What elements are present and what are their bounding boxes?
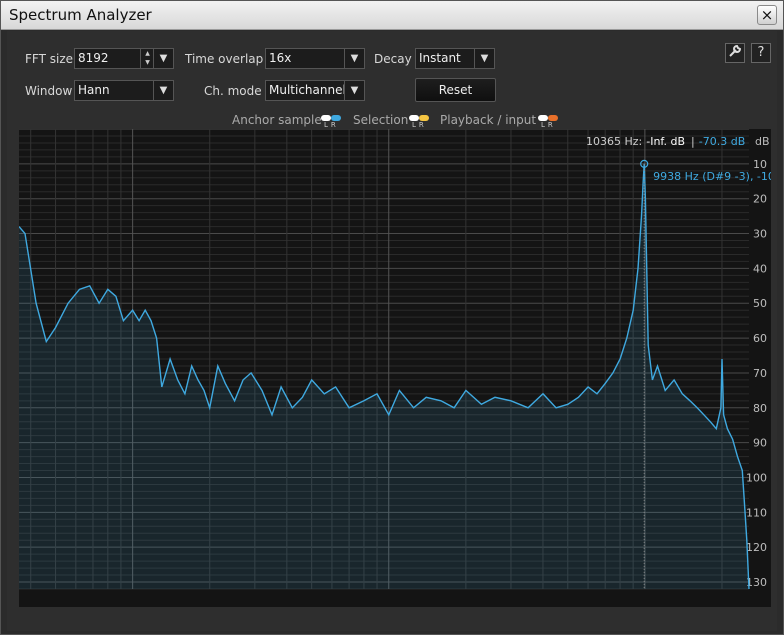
close-button[interactable]: × — [757, 5, 777, 25]
wrench-icon[interactable] — [725, 43, 745, 63]
y-tick-label: 50 — [753, 297, 767, 310]
window-select[interactable]: Hann ▼ — [74, 80, 174, 101]
x-tick-label: 1k — [382, 606, 396, 607]
x-tick-label: 500 — [301, 606, 322, 607]
time-overlap-value: 16x — [269, 51, 292, 65]
cursor-value-right: -70.3 dB — [699, 135, 746, 148]
x-tick-label: 300 — [244, 606, 265, 607]
fft-size-value: 8192 — [78, 51, 109, 65]
y-tick-label: 80 — [753, 402, 767, 415]
x-tick-label: 200 — [199, 606, 220, 607]
x-tick-label: 20k — [712, 606, 733, 607]
fft-size-spinner[interactable]: ▲ ▼ — [140, 49, 154, 68]
ch-mode-select[interactable]: Multichannel ▼ — [265, 80, 365, 101]
chevron-down-icon[interactable]: ▼ — [474, 49, 494, 68]
chevron-down-icon[interactable]: ▼ — [344, 49, 364, 68]
window-title: Spectrum Analyzer — [9, 6, 152, 24]
y-tick-label: 30 — [753, 228, 767, 241]
cursor-frequency: 10365 Hz: — [586, 135, 642, 148]
y-tick-label: 20 — [753, 193, 767, 206]
y-tick-label: 100 — [746, 471, 767, 484]
x-unit-label: Hz — [731, 606, 745, 607]
spectrum-plot[interactable]: 102030405060708090100110120130 501002003… — [19, 129, 771, 607]
cursor-value-left: -Inf. dB — [646, 135, 685, 148]
ch-mode-label: Ch. mode — [204, 84, 262, 98]
fft-size-label: FFT size — [25, 52, 74, 66]
chevron-down-icon[interactable]: ▼ — [153, 81, 173, 100]
y-tick-label: 110 — [746, 506, 767, 519]
decay-label: Decay — [374, 52, 412, 66]
spectrum-analyzer-window: Spectrum Analyzer × FFT size 8192 ▲ ▼ ▼ T… — [0, 0, 784, 635]
decay-select[interactable]: Instant ▼ — [415, 48, 495, 69]
x-tick-label: 2k — [459, 606, 473, 607]
playback-lr-label: LR — [541, 121, 556, 129]
chevron-down-icon[interactable]: ▼ — [153, 49, 173, 68]
selection-lr-label: LR — [412, 121, 427, 129]
anchor-lr-label: LR — [324, 121, 339, 129]
x-tick-label: 5k — [561, 606, 575, 607]
ch-mode-value: Multichannel — [269, 83, 346, 97]
help-button[interactable]: ? — [751, 43, 771, 63]
y-tick-label: 90 — [753, 437, 767, 450]
chevron-down-icon[interactable]: ▼ — [344, 81, 364, 100]
anchor-sample-label: Anchor sample — [232, 113, 322, 127]
y-unit-label: dB — [755, 135, 770, 148]
y-tick-label: 120 — [746, 541, 767, 554]
selection-label: Selection — [353, 113, 409, 127]
reset-button[interactable]: Reset — [415, 78, 496, 102]
window-label: Window — [25, 84, 73, 98]
cursor-readout: 10365 Hz: -Inf. dB | -70.3 dB — [586, 135, 745, 148]
time-overlap-select[interactable]: 16x ▼ — [265, 48, 365, 69]
y-tick-label: 40 — [753, 262, 767, 275]
decay-value: Instant — [419, 51, 461, 65]
x-tick-label: 10k — [635, 606, 656, 607]
x-tick-label: 50 — [49, 606, 63, 607]
y-tick-label: 70 — [753, 367, 767, 380]
time-overlap-label: Time overlap — [185, 52, 264, 66]
playback-input-label: Playback / input — [440, 113, 537, 127]
y-tick-label: 60 — [753, 332, 767, 345]
cursor-separator: | — [691, 135, 695, 148]
x-tick-label: 100 — [122, 606, 143, 607]
window-value: Hann — [78, 83, 110, 97]
peak-marker-label: 9938 Hz (D#9 -3), -10.0 dB — [653, 170, 771, 183]
fft-size-select[interactable]: 8192 ▲ ▼ ▼ — [74, 48, 174, 69]
title-bar[interactable]: Spectrum Analyzer × — [1, 1, 783, 30]
